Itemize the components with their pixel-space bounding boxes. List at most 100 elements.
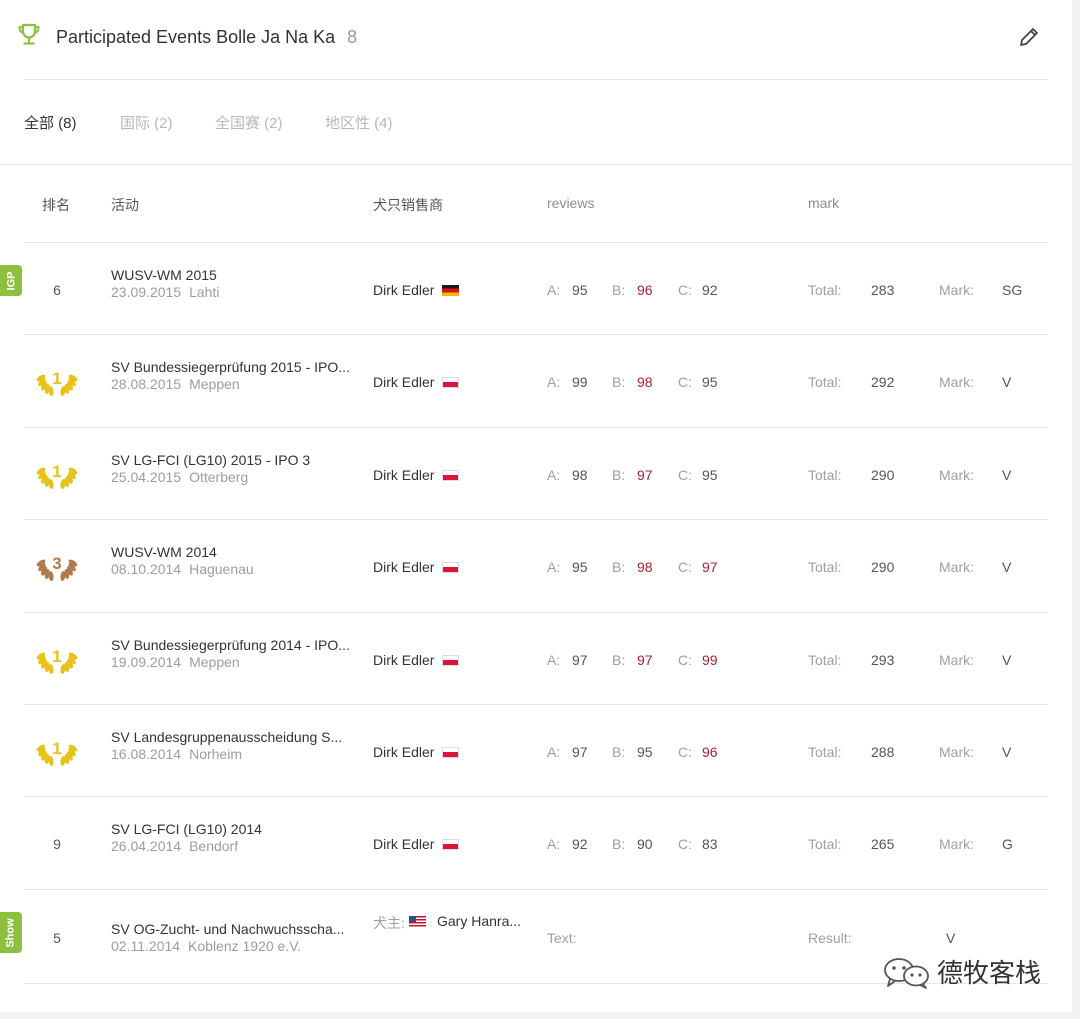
handler-name[interactable]: Dirk Edler [373, 836, 434, 852]
table-row[interactable]: 1 SV Landesgruppenausscheidung S... 16.08.… [0, 705, 1072, 797]
tab-all[interactable]: 全部 (8) [24, 112, 77, 133]
score-a-label: A: [547, 374, 561, 390]
event-name-link[interactable]: SV LG-FCI (LG10) 2014 [111, 821, 262, 837]
event-location: Bendorf [189, 838, 239, 854]
flag-de-icon [442, 285, 460, 296]
score-b: 98 [637, 559, 653, 575]
table-row[interactable]: 9 SV LG-FCI (LG10) 2014 26.04.2014 Bendorf D… [0, 797, 1072, 889]
table-row[interactable]: 6 WUSV-WM 2015 23.09.2015 Lahti Dirk Edler A:… [0, 243, 1072, 335]
trophy-icon [18, 23, 40, 45]
score-b: 95 [637, 744, 653, 760]
event-date: 19.09.2014 [111, 654, 182, 670]
handler-name-link[interactable]: Dirk Edler [373, 744, 460, 760]
score-c-label: C: [678, 467, 692, 483]
flag-pl-icon [442, 470, 460, 481]
handler-name-link[interactable]: Dirk Edler [373, 467, 460, 483]
event-name-link[interactable]: SV OG-Zucht- und Nachwuchsscha... [111, 921, 344, 937]
handler-name-link[interactable]: Dirk Edler [373, 836, 460, 852]
page-title-text: Participated Events Bolle Ja Na Ka [56, 27, 336, 47]
handler-name-link[interactable]: Dirk Edler [373, 282, 460, 298]
handler-name[interactable]: Dirk Edler [373, 559, 434, 575]
total-label: Total: [808, 282, 842, 298]
mark-value: V [1002, 467, 1012, 483]
total-score: 290 [871, 467, 895, 483]
event-date: 02.11.2014 [111, 938, 181, 954]
event-name-link[interactable]: SV LG-FCI (LG10) 2015 - IPO 3 [111, 452, 310, 468]
event-date-location: 25.04.2015 Otterberg [111, 469, 248, 485]
event-date: 25.04.2015 [111, 469, 182, 485]
score-b-label: B: [612, 744, 626, 760]
handler-name[interactable]: Dirk Edler [373, 467, 434, 483]
tab-national[interactable]: 全国赛 (2) [215, 112, 283, 133]
score-b: 97 [637, 467, 653, 483]
mark-label: Mark: [939, 652, 974, 668]
score-c: 97 [702, 559, 718, 575]
score-c: 99 [702, 652, 718, 668]
handler-name-link[interactable]: Dirk Edler [373, 559, 460, 575]
score-a: 98 [572, 467, 588, 483]
score-c: 92 [702, 282, 718, 298]
score-c: 95 [702, 374, 718, 390]
score-c-label: C: [678, 836, 692, 852]
total-score: 265 [871, 836, 895, 852]
total-score: 293 [871, 652, 895, 668]
total-label: Total: [808, 744, 842, 760]
event-date: 23.09.2015 [111, 284, 182, 300]
event-count: 8 [347, 27, 358, 47]
handler-name[interactable]: Dirk Edler [373, 282, 434, 298]
score-a: 95 [572, 282, 588, 298]
score-a-label: A: [547, 652, 561, 668]
event-date-location: 19.09.2014 Meppen [111, 654, 240, 670]
score-b-label: B: [612, 282, 626, 298]
laurel-medal-icon: 3 [33, 544, 81, 584]
table-row[interactable]: 1 SV Bundessiegerprüfung 2014 - IPO... 19.… [0, 613, 1072, 705]
result-label: Result: [808, 930, 852, 946]
igp-tag: IGP [0, 265, 22, 296]
result-value: V [946, 930, 956, 946]
event-location: Meppen [189, 376, 240, 392]
svg-text:1: 1 [52, 647, 61, 666]
owner-name-link[interactable]: Gary Hanra... [437, 913, 521, 929]
laurel-medal-icon: 1 [33, 452, 81, 492]
flag-us-icon [409, 916, 426, 927]
svg-text:3: 3 [52, 554, 61, 573]
rank-number: 5 [53, 930, 61, 946]
event-date-location: 23.09.2015 Lahti [111, 284, 219, 300]
event-name-link[interactable]: SV Landesgruppenausscheidung S... [111, 729, 342, 745]
table-row[interactable]: 3 WUSV-WM 2014 08.10.2014 Haguenau Dirk Edle… [0, 520, 1072, 612]
handler-name[interactable]: Dirk Edler [373, 744, 434, 760]
table-row[interactable]: 1 SV Bundessiegerprüfung 2015 - IPO... 28.… [0, 335, 1072, 427]
handler-name-link[interactable]: Dirk Edler [373, 374, 460, 390]
score-b-label: B: [612, 374, 626, 390]
score-b-label: B: [612, 467, 626, 483]
mark-label: Mark: [939, 744, 974, 760]
score-a-label: A: [547, 836, 561, 852]
table-row[interactable]: 1 SV LG-FCI (LG10) 2015 - IPO 3 25.04.2015… [0, 428, 1072, 520]
handler-name[interactable]: Dirk Edler [373, 652, 434, 668]
svg-text:1: 1 [52, 739, 61, 758]
event-location: Meppen [189, 654, 240, 670]
total-label: Total: [808, 467, 842, 483]
event-name-link[interactable]: SV Bundessiegerprüfung 2015 - IPO... [111, 359, 350, 375]
tab-international[interactable]: 国际 (2) [120, 112, 173, 133]
score-a: 97 [572, 744, 588, 760]
header-divider [24, 79, 1048, 80]
event-name-link[interactable]: WUSV-WM 2014 [111, 544, 217, 560]
mark-label: Mark: [939, 836, 974, 852]
score-b-label: B: [612, 836, 626, 852]
tab-regional[interactable]: 地区性 (4) [325, 112, 393, 133]
score-c: 95 [702, 467, 718, 483]
total-label: Total: [808, 559, 842, 575]
laurel-medal-icon: 1 [33, 729, 81, 769]
mark-label: Mark: [939, 374, 974, 390]
handler-name-link[interactable]: Dirk Edler [373, 652, 460, 668]
score-c-label: C: [678, 374, 692, 390]
score-a-label: A: [547, 467, 561, 483]
edit-icon[interactable] [1016, 24, 1042, 50]
score-b: 97 [637, 652, 653, 668]
event-name-link[interactable]: WUSV-WM 2015 [111, 267, 217, 283]
column-reviews: reviews [547, 195, 595, 211]
handler-name[interactable]: Dirk Edler [373, 374, 434, 390]
score-b-label: B: [612, 652, 626, 668]
event-name-link[interactable]: SV Bundessiegerprüfung 2014 - IPO... [111, 637, 350, 653]
